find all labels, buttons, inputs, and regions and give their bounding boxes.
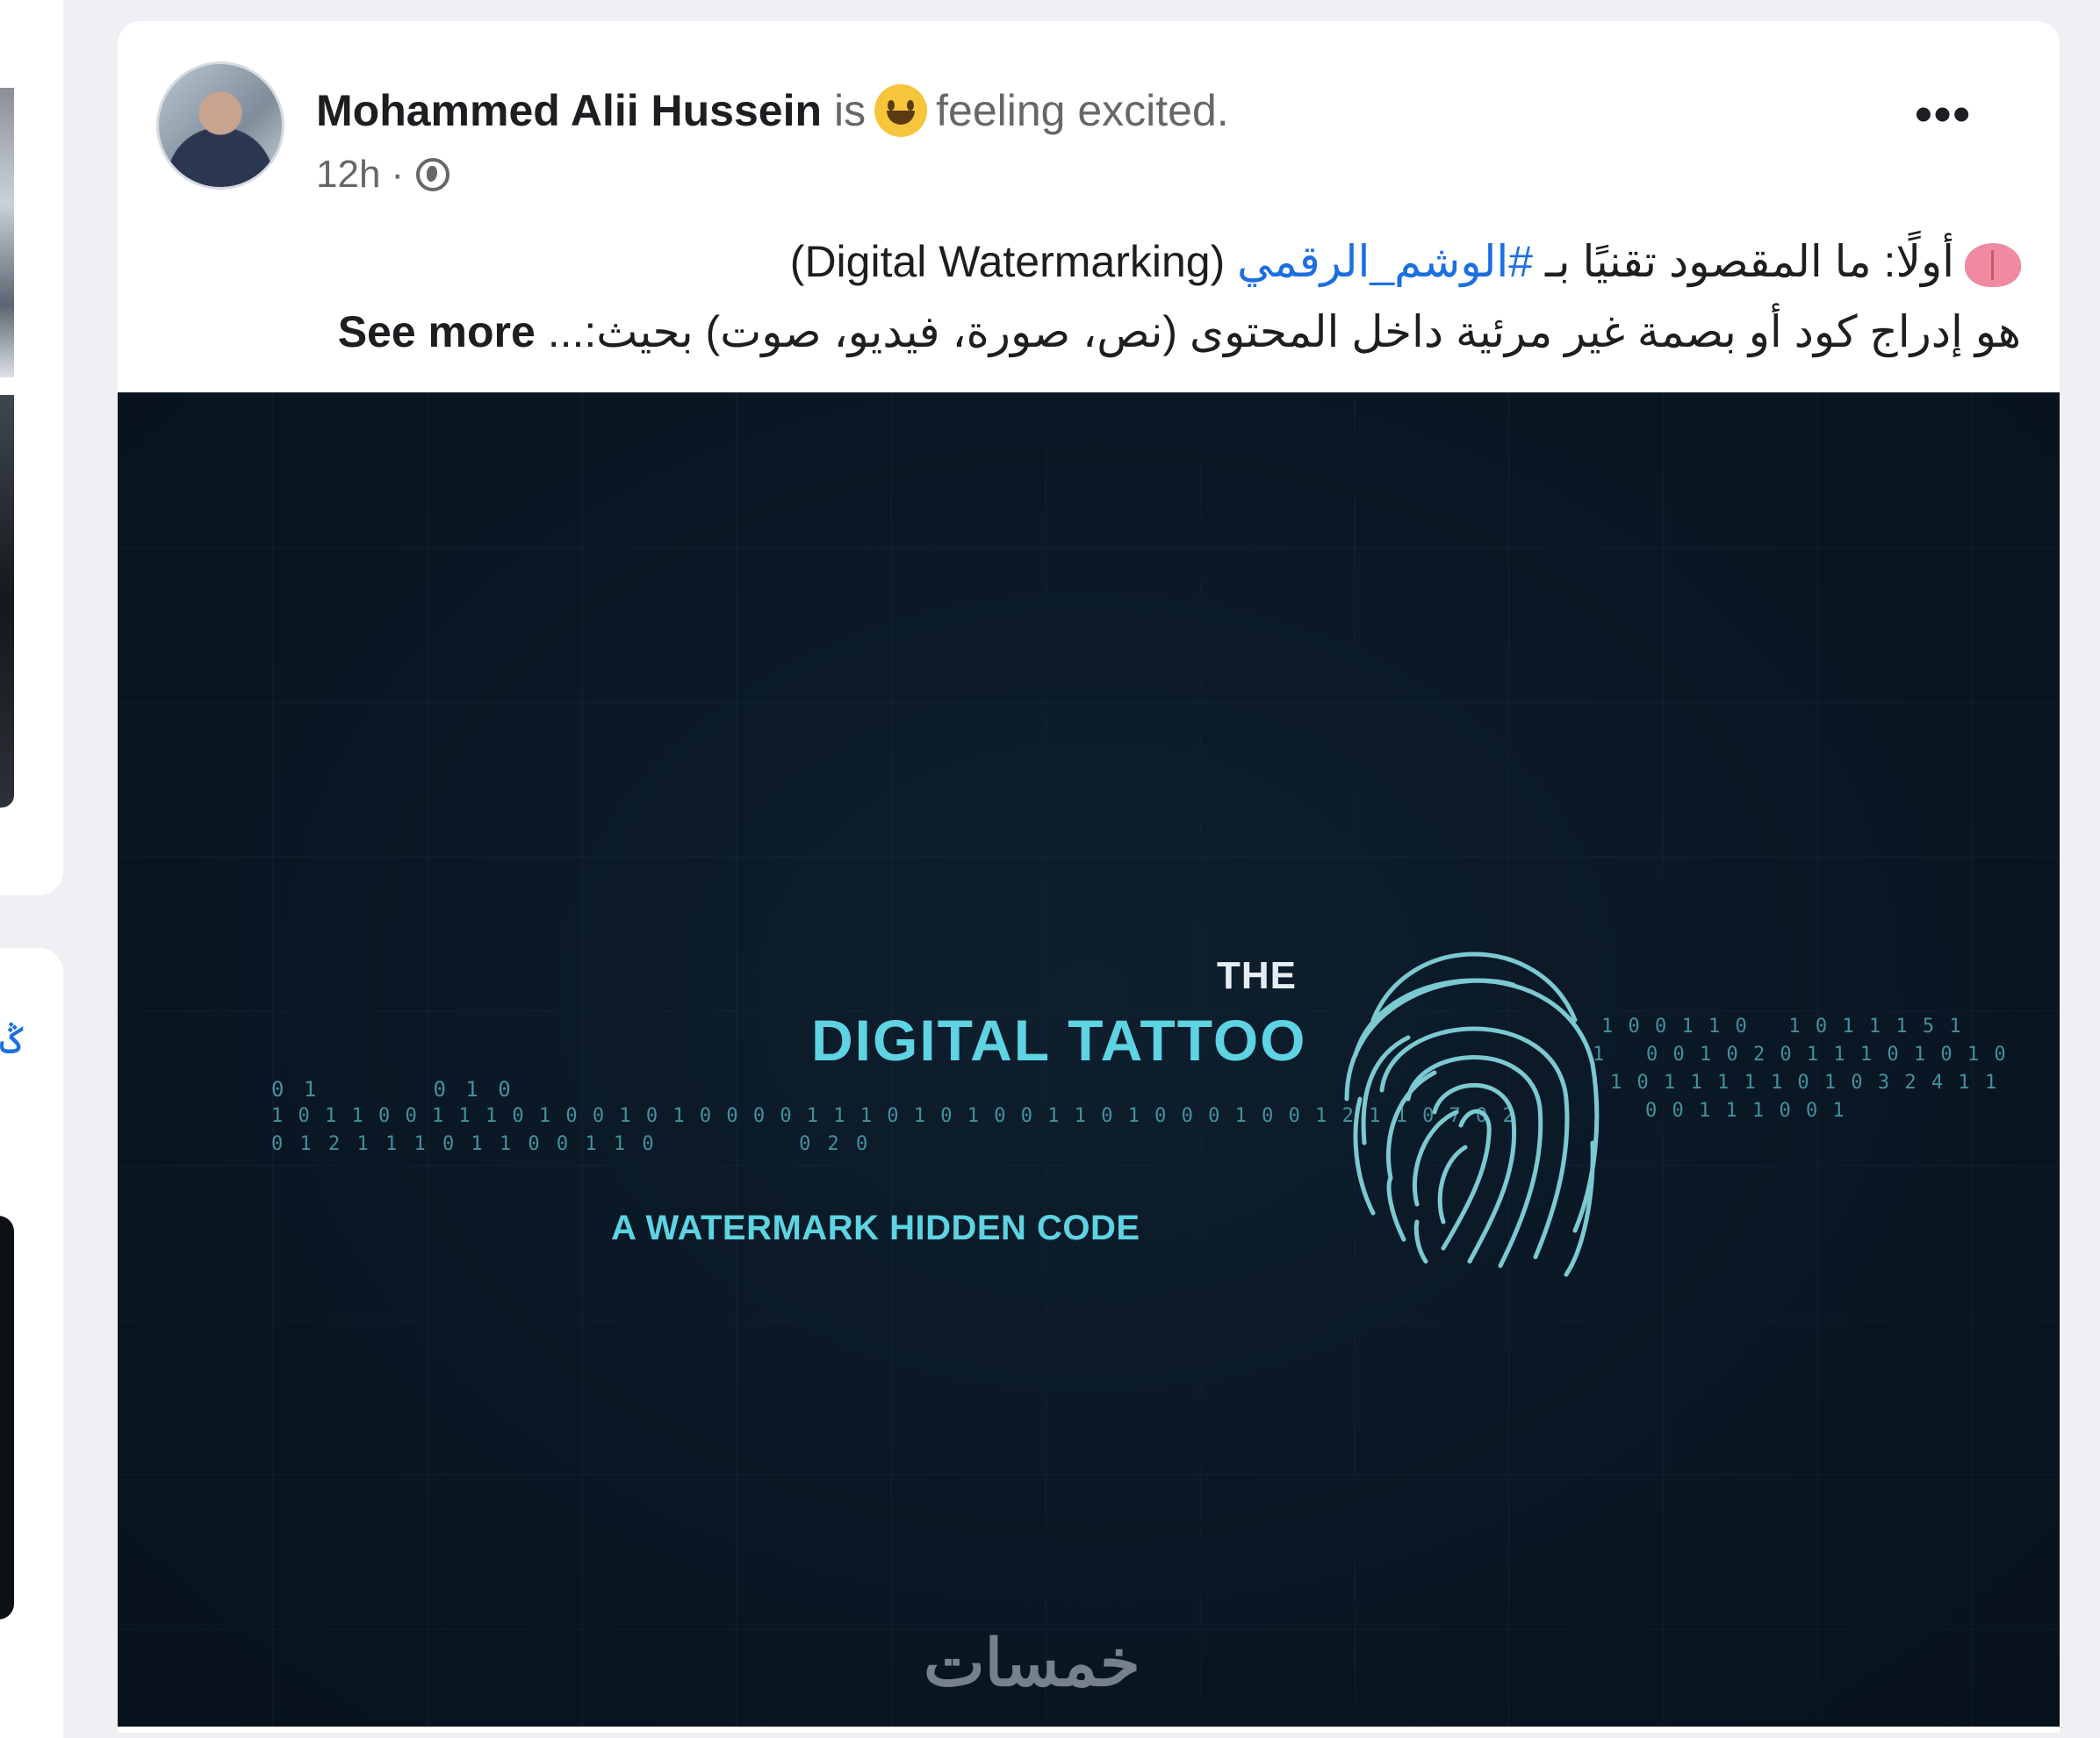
binary-line-right-2: 1 0 0 1 0 2 0 1 1 1 0 1 0 1 0 (1593, 1044, 2008, 1066)
left-thumbnail[interactable] (0, 88, 14, 377)
binary-line-left-1: 0 1 0 1 0 (271, 1077, 514, 1102)
globe-icon (416, 158, 450, 191)
image-title: DIGITAL TATTOO (811, 1008, 1307, 1073)
binary-line-right-4: 0 0 1 1 1 0 0 1 (1645, 1100, 1846, 1122)
avatar[interactable] (156, 61, 284, 190)
post-text-line-1: أولًا: ما المقصود تقنيًا بـ #الوشم_الرقم… (158, 226, 2021, 297)
feeling-text[interactable]: feeling excited. (936, 85, 1229, 136)
smiley-emoji-icon (874, 84, 928, 137)
post-meta: 12h · (316, 153, 450, 197)
image-the-text: THE (1217, 954, 1297, 997)
left-card-lower: ݣ (0, 948, 63, 1738)
left-card (0, 0, 63, 895)
post-text-line-2: هو إدراج كود أو بصمة غير مرئية داخل المح… (158, 297, 2021, 367)
post-header: Mohammed Alii Hussein is feeling excited… (316, 84, 1229, 137)
author-name[interactable]: Mohammed Alii Hussein (316, 85, 822, 136)
meta-separator: · (391, 153, 405, 196)
brain-emoji-icon (1965, 242, 2021, 287)
post-time[interactable]: 12h (316, 153, 380, 197)
hashtag-link[interactable]: #الوشم_الرقمي (1237, 237, 1533, 286)
left-link[interactable]: ݣ (0, 1018, 23, 1063)
binary-line-left-3: 0 1 2 1 1 1 0 1 1 0 0 1 1 0 0 2 0 (271, 1133, 871, 1155)
left-thumbnail-dark[interactable] (0, 395, 14, 808)
text-line-2: هو إدراج كود أو بصمة غير مرئية داخل المح… (535, 307, 2021, 356)
binary-line-right-1: 1 0 0 1 1 0 1 0 1 1 1 5 1 (1601, 1016, 1963, 1038)
more-options-icon[interactable]: ••• (1915, 90, 1972, 139)
image-subtitle: A WATERMARK HIDDEN CODE (611, 1209, 1140, 1247)
text-prefix: أولًا: ما المقصود تقنيًا بـ (1533, 237, 1954, 286)
text-suffix: (Digital Watermarking) (789, 237, 1238, 286)
is-text: is (834, 86, 867, 135)
fingerprint-icon (1344, 952, 1600, 1277)
post-card: Mohammed Alii Hussein is feeling excited… (118, 21, 2060, 1733)
post-text: أولًا: ما المقصود تقنيًا بـ #الوشم_الرقم… (158, 226, 2021, 367)
binary-line-right-3: 1 0 1 1 1 1 1 0 1 0 3 2 4 1 1 (1610, 1072, 1999, 1094)
left-dark-thumbnail[interactable] (0, 1216, 14, 1620)
post-image[interactable]: THE DIGITAL TATTOO 0 1 0 1 0 1 0 1 1 0 0… (118, 392, 2060, 1727)
left-column: ݣ (0, 0, 66, 1738)
see-more-link[interactable]: See more (338, 307, 536, 356)
watermark-logo: خمسات (924, 1627, 1140, 1699)
